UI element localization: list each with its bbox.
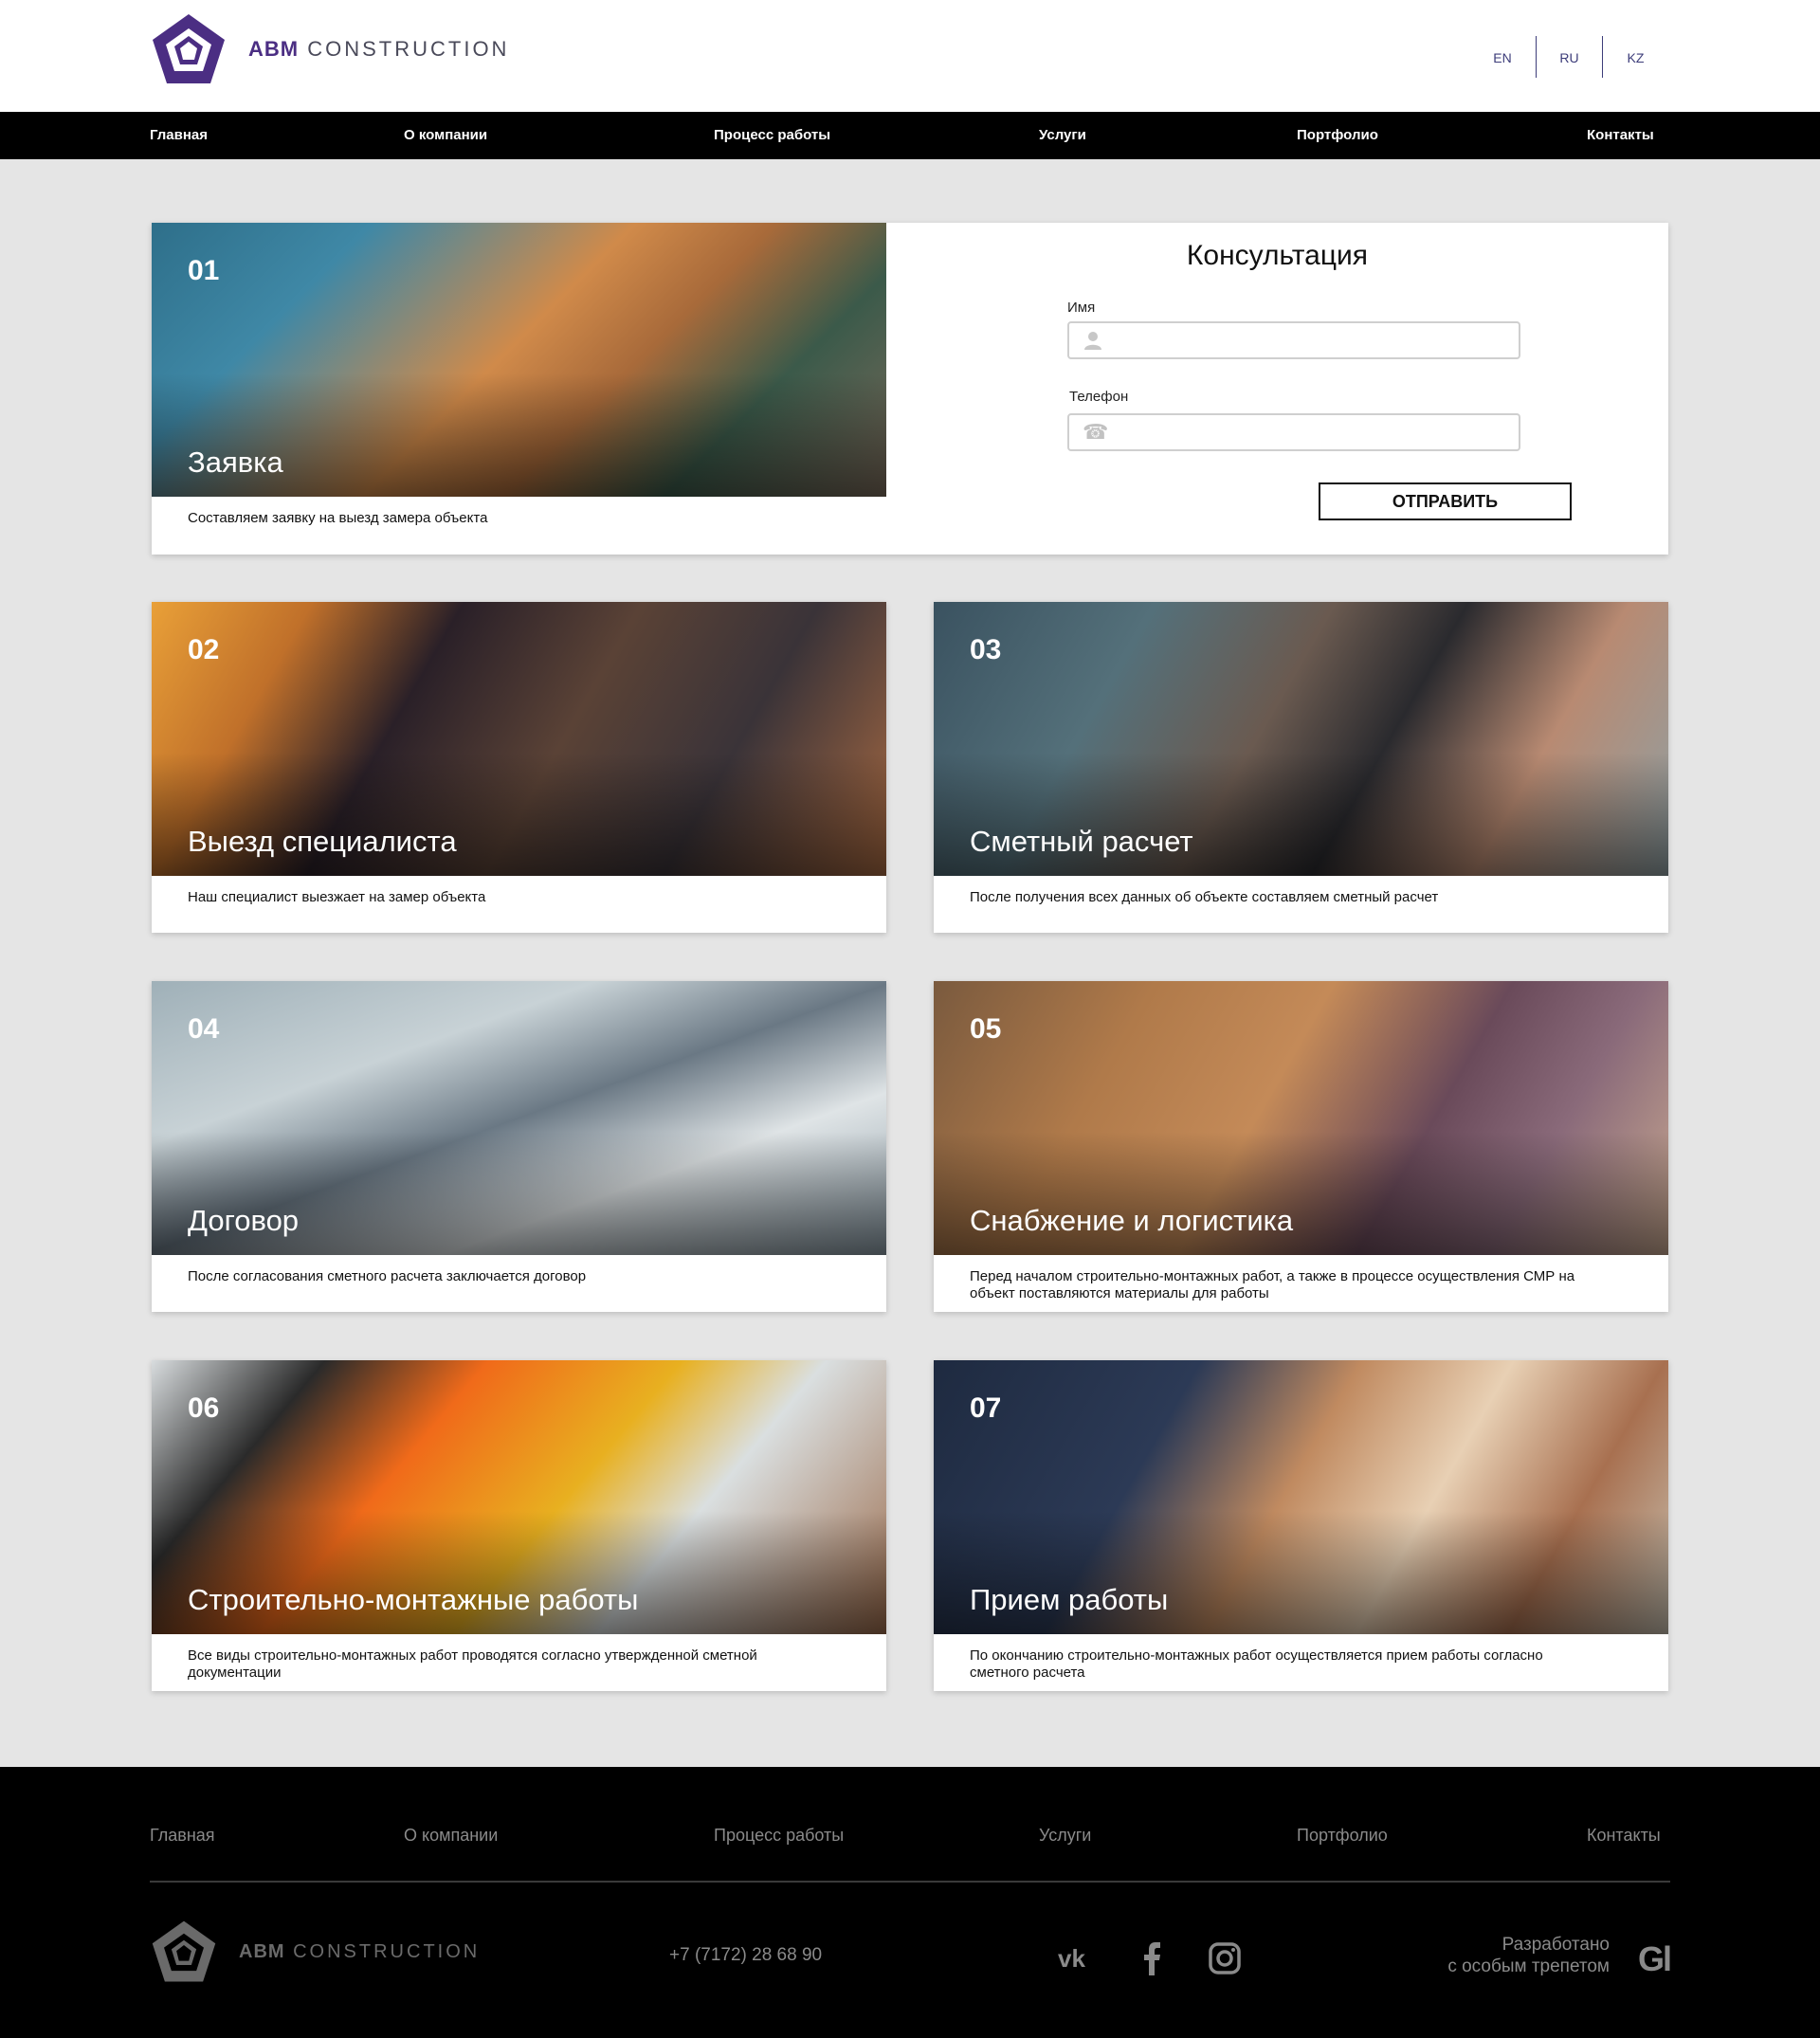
step-photo: 01 Заявка xyxy=(152,223,886,497)
form-title: Консультация xyxy=(1186,240,1369,271)
facebook-icon[interactable] xyxy=(1131,1938,1173,1979)
step-number: 04 xyxy=(188,1013,220,1045)
logo-emblem-icon xyxy=(152,1920,216,1982)
step-number: 03 xyxy=(970,634,1002,665)
step-photo: 03 Сметный расчет xyxy=(934,602,1668,876)
step-description: Все виды строительно-монтажных работ про… xyxy=(188,1647,757,1681)
developer-logo[interactable]: Gl xyxy=(1638,1939,1672,1979)
site-footer: Главная О компании Процесс работы Услуги… xyxy=(0,1767,1820,2038)
consultation-form: Консультация Имя Телефон ☎ ОТПРАВИТЬ xyxy=(886,223,1668,555)
name-label: Имя xyxy=(1067,300,1096,316)
step-number: 02 xyxy=(188,634,220,665)
step-card-01: 01 Заявка Составляем заявку на выезд зам… xyxy=(152,223,1668,555)
phone-label: Телефон xyxy=(1069,389,1129,405)
logo-text: ABM CONSTRUCTION xyxy=(248,37,510,61)
step-card-07: 07 Прием работы По окончанию строительно… xyxy=(934,1360,1668,1691)
footer-nav-home[interactable]: Главная xyxy=(150,1826,215,1846)
step-card-04: 04 Договор После согласования сметного р… xyxy=(152,981,886,1312)
main-nav: Главная О компании Процесс работы Услуги… xyxy=(0,112,1820,159)
step-title: Заявка xyxy=(188,446,283,479)
nav-portfolio[interactable]: Портфолио xyxy=(1297,112,1378,159)
nav-about[interactable]: О компании xyxy=(404,112,487,159)
vk-icon[interactable]: vk xyxy=(1056,1938,1098,1979)
name-input[interactable] xyxy=(1067,321,1520,359)
lang-ru[interactable]: RU xyxy=(1536,36,1602,78)
step-title: Строительно-монтажные работы xyxy=(188,1583,639,1616)
svg-text:vk: vk xyxy=(1058,1947,1085,1970)
step-card-05: 05 Снабжение и логистика Перед началом с… xyxy=(934,981,1668,1312)
nav-contacts[interactable]: Контакты xyxy=(1587,112,1654,159)
nav-services[interactable]: Услуги xyxy=(1039,112,1086,159)
step-description: После согласования сметного расчета закл… xyxy=(188,1268,587,1284)
step-title: Снабжение и логистика xyxy=(970,1204,1294,1237)
footer-divider xyxy=(150,1881,1670,1883)
footer-nav-process[interactable]: Процесс работы xyxy=(714,1826,844,1846)
step-photo: 04 Договор xyxy=(152,981,886,1255)
lang-kz[interactable]: KZ xyxy=(1602,36,1668,78)
step-photo: 07 Прием работы xyxy=(934,1360,1668,1634)
developer-credit: Разработано с особым трепетом xyxy=(1447,1935,1610,1976)
footer-nav-portfolio[interactable]: Портфолио xyxy=(1297,1826,1388,1846)
logo[interactable]: ABM CONSTRUCTION xyxy=(150,11,509,87)
step-card-02: 02 Выезд специалиста Наш специалист выез… xyxy=(152,602,886,933)
step-number: 01 xyxy=(188,255,220,286)
step-number: 05 xyxy=(970,1013,1002,1045)
submit-button[interactable]: ОТПРАВИТЬ xyxy=(1319,482,1572,520)
step-number: 07 xyxy=(970,1392,1002,1424)
step-description: Перед началом строительно-монтажных рабо… xyxy=(970,1268,1575,1301)
step-description: После получения всех данных об объекте с… xyxy=(970,889,1439,905)
user-icon xyxy=(1084,332,1101,350)
step-card-06: 06 Строительно-монтажные работы Все виды… xyxy=(152,1360,886,1691)
phone-icon: ☎ xyxy=(1083,420,1109,444)
nav-home[interactable]: Главная xyxy=(150,112,208,159)
step-photo: 06 Строительно-монтажные работы xyxy=(152,1360,886,1634)
step-photo: 02 Выезд специалиста xyxy=(152,602,886,876)
step-description: Наш специалист выезжает на замер объекта xyxy=(188,889,486,905)
footer-nav-about[interactable]: О компании xyxy=(404,1826,498,1846)
site-header: ABM CONSTRUCTION EN RU KZ xyxy=(0,0,1820,112)
step-title: Выезд специалиста xyxy=(188,825,457,858)
footer-logo-text: ABM CONSTRUCTION xyxy=(239,1940,481,1962)
step-title: Договор xyxy=(188,1204,300,1237)
logo-emblem-icon xyxy=(153,14,225,83)
language-switcher: EN RU KZ xyxy=(1469,36,1668,78)
step-description: По окончанию строительно-монтажных работ… xyxy=(970,1647,1543,1681)
phone-input[interactable]: ☎ xyxy=(1067,413,1520,451)
nav-process[interactable]: Процесс работы xyxy=(714,112,830,159)
step-photo: 05 Снабжение и логистика xyxy=(934,981,1668,1255)
step-number: 06 xyxy=(188,1392,220,1424)
step-title: Прием работы xyxy=(970,1583,1169,1616)
instagram-icon[interactable] xyxy=(1204,1938,1246,1979)
step-description: Составляем заявку на выезд замера объект… xyxy=(188,510,488,526)
footer-phone[interactable]: +7 (7172) 28 68 90 xyxy=(669,1945,822,1966)
step-title: Сметный расчет xyxy=(970,825,1193,858)
footer-logo[interactable]: ABM CONSTRUCTION xyxy=(150,1919,480,1985)
lang-en[interactable]: EN xyxy=(1469,36,1536,78)
footer-nav-services[interactable]: Услуги xyxy=(1039,1826,1091,1846)
footer-nav-contacts[interactable]: Контакты xyxy=(1587,1826,1661,1846)
step-card-03: 03 Сметный расчет После получения всех д… xyxy=(934,602,1668,933)
